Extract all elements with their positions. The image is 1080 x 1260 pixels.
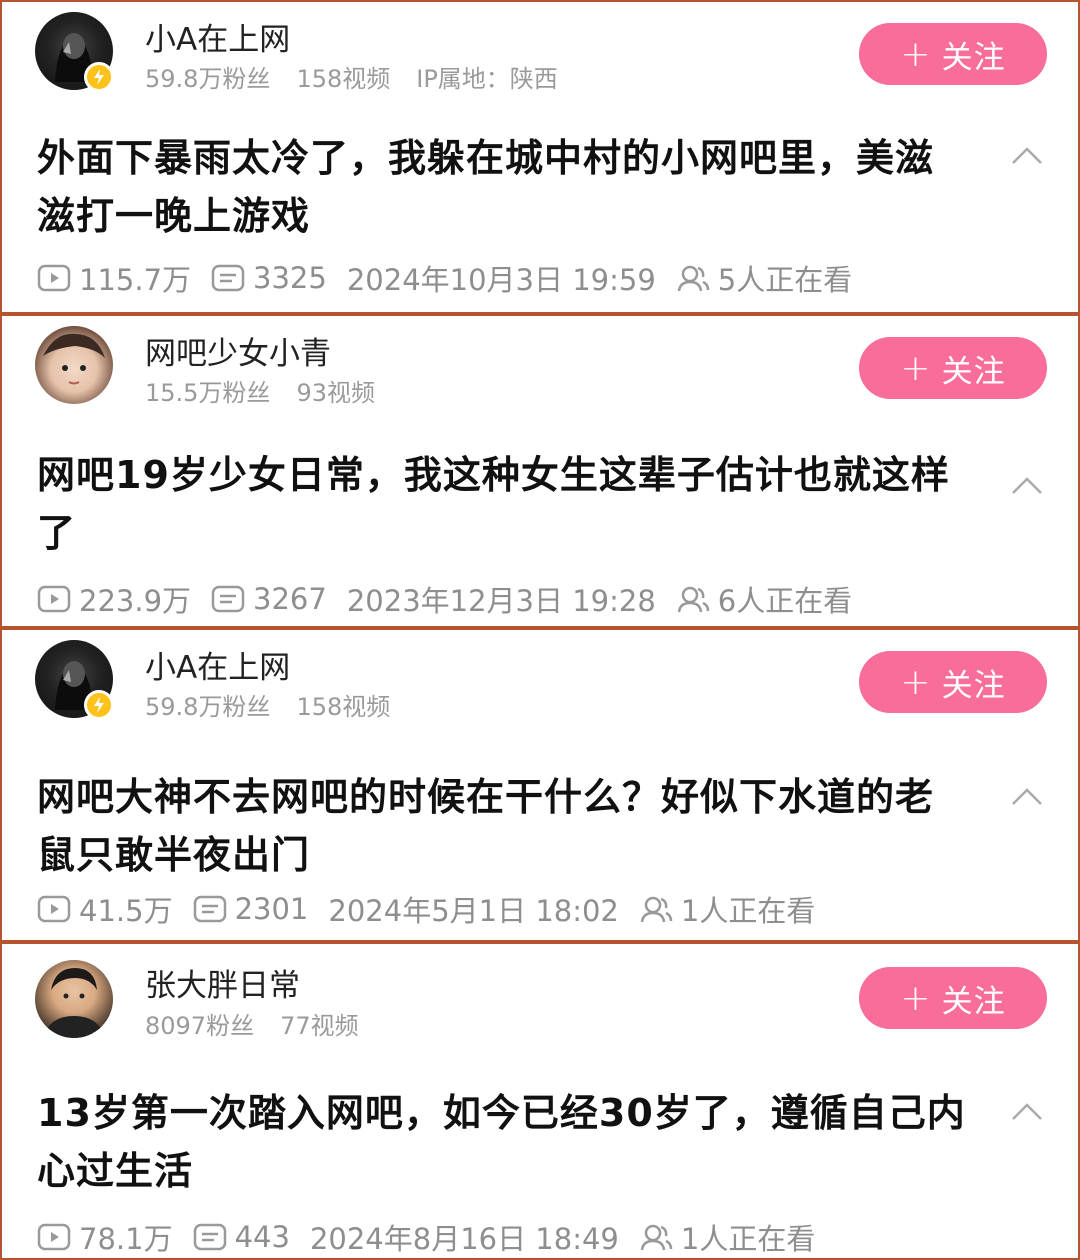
plus-icon: + bbox=[900, 347, 932, 389]
danmaku-icon bbox=[193, 1223, 226, 1251]
viewers-icon bbox=[677, 265, 710, 292]
play-count: 41.5万 bbox=[79, 894, 173, 928]
follow-label: 关注 bbox=[941, 39, 1006, 76]
viewers-icon bbox=[677, 586, 710, 613]
video-count: 93视频 bbox=[296, 379, 375, 407]
author-stats: 15.5万粉丝 93视频 bbox=[145, 373, 401, 408]
author-name[interactable]: 小A在上网 bbox=[145, 14, 290, 59]
chevron-up-icon[interactable] bbox=[1010, 144, 1044, 166]
video-meta: 223.9万 3267 2023年12月3日 19:28 6人正在看 bbox=[37, 578, 852, 620]
play-count: 223.9万 bbox=[79, 584, 192, 618]
publish-date: 2024年5月1日 18:02 bbox=[328, 894, 619, 928]
chevron-up-icon[interactable] bbox=[1010, 785, 1044, 807]
play-icon bbox=[37, 895, 71, 923]
video-meta: 115.7万 3325 2024年10月3日 19:59 5人正在看 bbox=[37, 257, 852, 299]
ip-location: IP属地：陕西 bbox=[416, 65, 558, 93]
video-title[interactable]: 网吧大神不去网吧的时候在干什么？好似下水道的老鼠只敢半夜出门 bbox=[37, 768, 972, 884]
video-card[interactable]: 小A在上网 59.8万粉丝 158视频 + 关注 网吧大神不去网吧的时候在干什么？好… bbox=[0, 628, 1080, 942]
plus-icon: + bbox=[900, 33, 932, 75]
video-card[interactable]: 小A在上网 59.8万粉丝 158视频 IP属地：陕西 + 关注 外面下暴雨太冷了，我… bbox=[0, 0, 1080, 314]
author-name[interactable]: 小A在上网 bbox=[145, 642, 290, 687]
author-stats: 59.8万粉丝 158视频 bbox=[145, 687, 416, 722]
viewers-icon bbox=[640, 896, 673, 923]
verified-badge-icon bbox=[84, 62, 114, 92]
comment-count: 3267 bbox=[253, 582, 327, 616]
publish-date: 2023年12月3日 19:28 bbox=[346, 584, 656, 618]
follow-label: 关注 bbox=[941, 983, 1006, 1020]
fans-count: 59.8万粉丝 bbox=[145, 65, 271, 93]
author-name[interactable]: 张大胖日常 bbox=[145, 960, 300, 1005]
video-title[interactable]: 网吧19岁少女日常，我这种女生这辈子估计也就这样了 bbox=[37, 446, 972, 562]
author-stats: 59.8万粉丝 158视频 IP属地：陕西 bbox=[145, 59, 584, 94]
follow-button[interactable]: + 关注 bbox=[859, 337, 1047, 399]
publish-date: 2024年8月16日 18:49 bbox=[309, 1222, 619, 1256]
video-title[interactable]: 13岁第一次踏入网吧，如今已经30岁了，遵循自己内心过生活 bbox=[37, 1084, 972, 1200]
video-title[interactable]: 外面下暴雨太冷了，我躲在城中村的小网吧里，美滋滋打一晚上游戏 bbox=[37, 129, 972, 245]
avatar[interactable] bbox=[35, 960, 113, 1038]
fans-count: 15.5万粉丝 bbox=[145, 379, 271, 407]
publish-date: 2024年10月3日 19:59 bbox=[346, 263, 656, 297]
author-stats: 8097粉丝 77视频 bbox=[145, 1006, 385, 1041]
watching-count: 5人正在看 bbox=[717, 263, 853, 297]
play-count: 115.7万 bbox=[79, 263, 192, 297]
danmaku-icon bbox=[211, 585, 245, 613]
video-meta: 41.5万 2301 2024年5月1日 18:02 1人正在看 bbox=[37, 888, 815, 930]
video-count: 77视频 bbox=[280, 1012, 359, 1040]
follow-label: 关注 bbox=[941, 353, 1006, 390]
chevron-up-icon[interactable] bbox=[1010, 1100, 1044, 1122]
video-meta: 78.1万 443 2024年8月16日 18:49 1人正在看 bbox=[37, 1216, 815, 1258]
verified-badge-icon bbox=[84, 690, 114, 720]
video-card[interactable]: 张大胖日常 8097粉丝 77视频 + 关注 13岁第一次踏入网吧，如今已经30岁了… bbox=[0, 942, 1080, 1260]
follow-button[interactable]: + 关注 bbox=[859, 967, 1047, 1029]
comment-count: 443 bbox=[234, 1220, 290, 1254]
chevron-up-icon[interactable] bbox=[1010, 474, 1044, 496]
watching-count: 1人正在看 bbox=[680, 1222, 816, 1256]
danmaku-icon bbox=[211, 264, 245, 292]
play-icon bbox=[37, 1223, 71, 1251]
danmaku-icon bbox=[193, 895, 226, 923]
fans-count: 8097粉丝 bbox=[145, 1012, 255, 1040]
play-icon bbox=[37, 585, 71, 613]
video-card[interactable]: 网吧少女小青 15.5万粉丝 93视频 + 关注 网吧19岁少女日常，我这种女生这辈… bbox=[0, 314, 1080, 628]
comment-count: 2301 bbox=[234, 892, 309, 926]
follow-button[interactable]: + 关注 bbox=[859, 651, 1047, 713]
viewers-icon bbox=[640, 1224, 673, 1251]
plus-icon: + bbox=[900, 661, 932, 703]
play-count: 78.1万 bbox=[79, 1222, 173, 1256]
watching-count: 6人正在看 bbox=[717, 584, 853, 618]
comment-count: 3325 bbox=[253, 261, 327, 295]
author-name[interactable]: 网吧少女小青 bbox=[145, 328, 331, 373]
fans-count: 59.8万粉丝 bbox=[145, 693, 271, 721]
play-icon bbox=[37, 264, 71, 292]
follow-label: 关注 bbox=[941, 667, 1006, 704]
video-count: 158视频 bbox=[296, 693, 391, 721]
follow-button[interactable]: + 关注 bbox=[859, 23, 1047, 85]
plus-icon: + bbox=[900, 977, 932, 1019]
video-count: 158视频 bbox=[296, 65, 391, 93]
avatar[interactable] bbox=[35, 326, 113, 404]
watching-count: 1人正在看 bbox=[680, 894, 816, 928]
